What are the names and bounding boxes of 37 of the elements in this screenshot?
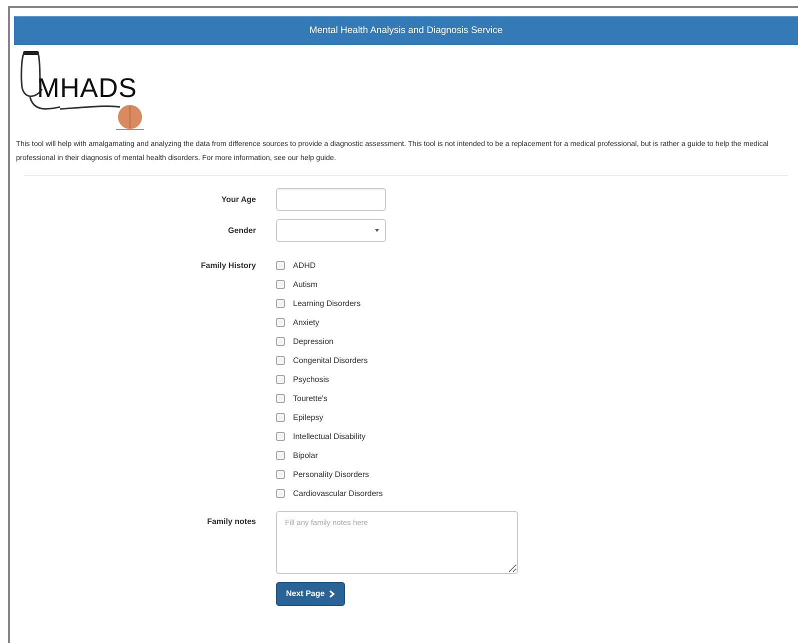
checkbox[interactable] [276,299,285,308]
checkbox[interactable] [276,261,285,270]
checkbox-label: Congenital Disorders [293,354,368,367]
chevron-icon [328,590,335,598]
logo: MHADS [20,49,170,132]
next-page-button[interactable]: Next Page [276,582,345,606]
checkbox-label: Learning Disorders [293,298,361,310]
checkbox[interactable] [276,394,285,404]
checkbox-label: Personality Disorders [293,468,370,481]
field-label: Family notes [206,516,257,528]
checkbox[interactable] [276,413,285,422]
field-label: Gender [226,224,257,237]
checkbox-label: Autism [293,278,318,291]
checkbox[interactable] [276,337,285,346]
age-field[interactable] [276,188,386,212]
checkbox[interactable] [276,375,285,384]
gender-select[interactable] [276,219,386,242]
checkbox-label: Depression [293,336,334,348]
checkbox[interactable] [276,318,285,328]
checkbox-label: ADHD [293,260,316,272]
checkbox-label: Cardiovascular Disorders [293,488,383,500]
checkbox-label: Tourette's [293,392,328,405]
checkbox[interactable] [276,451,285,460]
checkbox-label: Bipolar [293,450,318,462]
caret-icon [375,229,379,232]
field-label: Family History [200,260,257,272]
checkbox-label: Anxiety [293,316,320,329]
field-label: Your Age [220,194,257,206]
checkbox[interactable] [276,356,285,366]
checkbox-label: Psychosis [293,374,330,386]
checkbox[interactable] [276,432,285,442]
header-title: Mental Health Analysis and Diagnosis Service [14,16,798,46]
checkbox-label: Epilepsy [293,412,324,424]
checkbox[interactable] [276,470,285,480]
checkbox[interactable] [276,489,285,498]
checkbox[interactable] [276,280,285,290]
checkbox-label: Intellectual Disability [293,430,366,443]
